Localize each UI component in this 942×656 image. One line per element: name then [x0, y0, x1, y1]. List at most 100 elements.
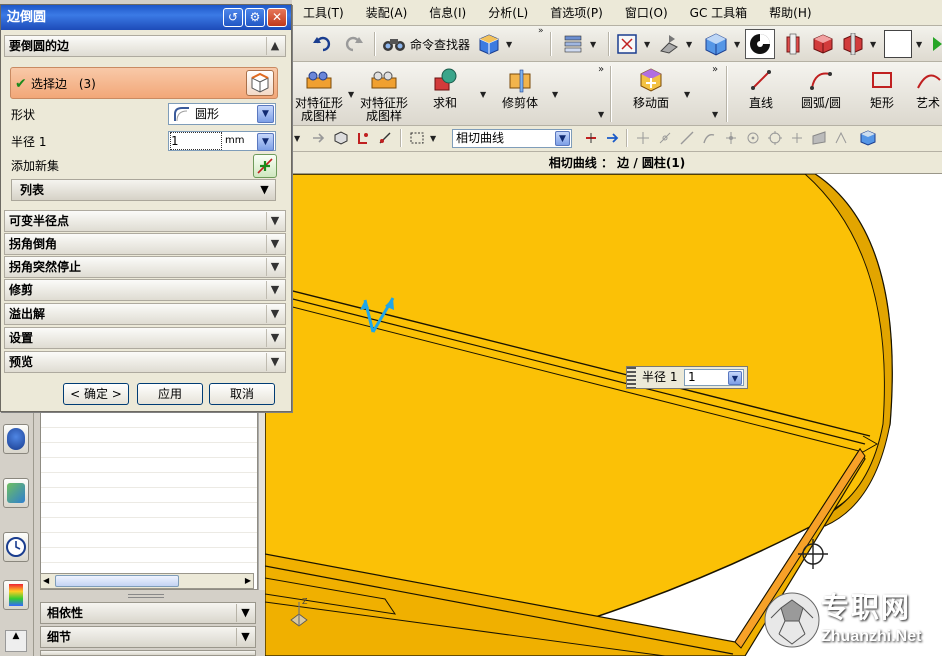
chevron-down-icon[interactable]: ▼ [598, 110, 604, 119]
dependencies-panel-header[interactable]: 相依性 ▼ [40, 602, 256, 624]
command-finder-label[interactable]: 命令查找器 [410, 36, 470, 53]
chevron-down-icon[interactable]: ▼ [480, 90, 486, 99]
onscreen-radius-input[interactable]: 半径 1 1 ▼ [626, 366, 748, 389]
chevron-down-icon[interactable]: ▼ [256, 181, 273, 199]
gear-icon[interactable]: ⚙ [245, 8, 265, 27]
snap-center-icon[interactable] [744, 129, 762, 147]
close-icon[interactable]: ✕ [267, 8, 287, 27]
chevron-down-icon[interactable]: ▼ [552, 90, 558, 99]
select-body-icon[interactable] [332, 129, 350, 147]
chevron-down-icon[interactable]: ▼ [236, 604, 254, 622]
menu-help[interactable]: 帮助(H) [758, 0, 822, 26]
scroll-right-icon[interactable]: ▶ [245, 574, 251, 588]
green-run-icon[interactable] [932, 32, 942, 56]
studio-spline-button[interactable]: 艺术 [914, 66, 942, 110]
panel-splitter[interactable] [128, 594, 164, 598]
chevron-down-icon[interactable]: ▼ [257, 133, 274, 151]
onscreen-radius-field[interactable]: 1 ▼ [684, 369, 744, 386]
binoculars-icon[interactable] [380, 33, 408, 55]
reset-icon[interactable]: ↺ [223, 8, 243, 27]
section-view-icon[interactable] [780, 32, 806, 56]
resource-scroll-up-icon[interactable]: ▲ [5, 630, 27, 652]
fit-view-icon[interactable] [614, 32, 640, 56]
red-cube-icon[interactable] [810, 32, 836, 56]
details-panel-header[interactable]: 细节 ▼ [40, 626, 256, 648]
preview-group-header[interactable]: 预览 ▼ [4, 351, 286, 373]
overflow-chevron-icon[interactable]: » [538, 26, 544, 36]
chevron-up-icon[interactable]: ▲ [266, 37, 283, 55]
scroll-left-icon[interactable]: ◀ [43, 574, 49, 588]
chevron-down-icon[interactable]: ▼ [734, 40, 740, 49]
web-browser-tab[interactable] [3, 478, 29, 508]
snap-curve-icon[interactable] [700, 129, 718, 147]
snap-point-on-icon[interactable] [788, 129, 806, 147]
chevron-down-icon[interactable]: ▼ [555, 131, 570, 146]
snap-intersection-icon[interactable] [722, 129, 740, 147]
system-materials-tab[interactable] [3, 580, 29, 610]
curve-rule-select[interactable]: 相切曲线 ▼ [452, 129, 572, 148]
snap-tangent-icon[interactable] [832, 129, 850, 147]
chevron-down-icon[interactable]: ▼ [266, 258, 283, 276]
select-intersect-icon[interactable] [376, 129, 394, 147]
trim-group-header[interactable]: 修剪 ▼ [4, 279, 286, 301]
menu-window[interactable]: 窗口(O) [614, 0, 679, 26]
select-edge-row[interactable]: ✔ 选择边 (3) [10, 67, 278, 99]
chevron-down-icon[interactable]: ▼ [266, 305, 283, 323]
clip-section-icon[interactable] [840, 32, 866, 56]
menu-tools[interactable]: 工具(T) [292, 0, 355, 26]
onscreen-radius-value[interactable]: 1 [688, 370, 696, 385]
chevron-down-icon[interactable]: ▼ [916, 40, 922, 49]
history-tab[interactable] [3, 532, 29, 562]
select-arrow-icon[interactable] [310, 129, 328, 147]
stop-short-group-header[interactable]: 拐角突然停止 ▼ [4, 256, 286, 278]
render-style-cube-icon[interactable] [702, 31, 730, 57]
navigator-vscroll[interactable] [258, 412, 265, 590]
undo-icon[interactable] [312, 33, 334, 55]
pattern-feature-button-2[interactable]: 对特征形 成图样 [356, 66, 412, 123]
menu-gc-toolbox[interactable]: GC 工具箱 [679, 0, 759, 26]
select-feature-icon[interactable] [354, 129, 372, 147]
overflow-resolution-group-header[interactable]: 溢出解 ▼ [4, 303, 286, 325]
unite-button[interactable]: 求和 [422, 66, 468, 110]
chevron-down-icon[interactable]: ▼ [266, 235, 283, 253]
chevron-down-icon[interactable]: ▼ [266, 281, 283, 299]
settings-group-header[interactable]: 设置 ▼ [4, 327, 286, 349]
chevron-down-icon[interactable]: ▼ [686, 40, 692, 49]
drag-grip-handle[interactable] [627, 367, 636, 388]
pattern-feature-button-1[interactable]: 对特征形 成图样 [292, 66, 346, 123]
menu-assembly[interactable]: 装配(A) [355, 0, 419, 26]
menu-analysis[interactable]: 分析(L) [477, 0, 539, 26]
scroll-thumb[interactable] [55, 575, 179, 587]
chevron-down-icon[interactable]: ▼ [684, 90, 690, 99]
overflow-chevron-icon[interactable]: » [598, 64, 604, 75]
preview-panel-header[interactable] [40, 650, 256, 656]
chevron-down-icon[interactable]: ▼ [712, 110, 718, 119]
follow-fillet-icon[interactable] [604, 129, 622, 147]
snap-quadrant-icon[interactable] [766, 129, 784, 147]
shape-dropdown[interactable]: 圆形 ▼ [168, 103, 276, 125]
view-orient-icon[interactable] [656, 32, 682, 56]
arc-circle-button[interactable]: 圆弧/圆 [792, 66, 850, 110]
chevron-down-icon[interactable]: ▼ [348, 90, 354, 99]
variable-radius-group-header[interactable]: 可变半径点 ▼ [4, 210, 286, 232]
menu-preferences[interactable]: 首选项(P) [539, 0, 614, 26]
add-new-set-button[interactable] [253, 154, 277, 178]
roles-tab[interactable] [3, 424, 29, 454]
corner-setback-group-header[interactable]: 拐角倒角 ▼ [4, 233, 286, 255]
chevron-down-icon[interactable]: ▼ [430, 134, 436, 143]
chevron-down-icon[interactable]: ▼ [644, 40, 650, 49]
redo-icon[interactable] [342, 33, 364, 55]
select-edge-button[interactable] [246, 70, 274, 96]
menu-info[interactable]: 信息(I) [418, 0, 477, 26]
list-subgroup-header[interactable]: 列表 ▼ [11, 179, 276, 201]
chevron-down-icon[interactable]: ▼ [728, 371, 742, 385]
shaded-cube-icon[interactable] [476, 32, 502, 56]
apply-button[interactable]: 应用 [137, 383, 203, 405]
snap-face-icon[interactable] [810, 129, 828, 147]
cancel-button[interactable]: 取消 [209, 383, 275, 405]
snap-mid-icon[interactable] [656, 129, 674, 147]
trim-body-button[interactable]: 修剪体 [492, 66, 548, 110]
chevron-down-icon[interactable]: ▼ [870, 40, 876, 49]
snap-end-icon[interactable] [634, 129, 652, 147]
layer-settings-icon[interactable] [560, 32, 586, 56]
